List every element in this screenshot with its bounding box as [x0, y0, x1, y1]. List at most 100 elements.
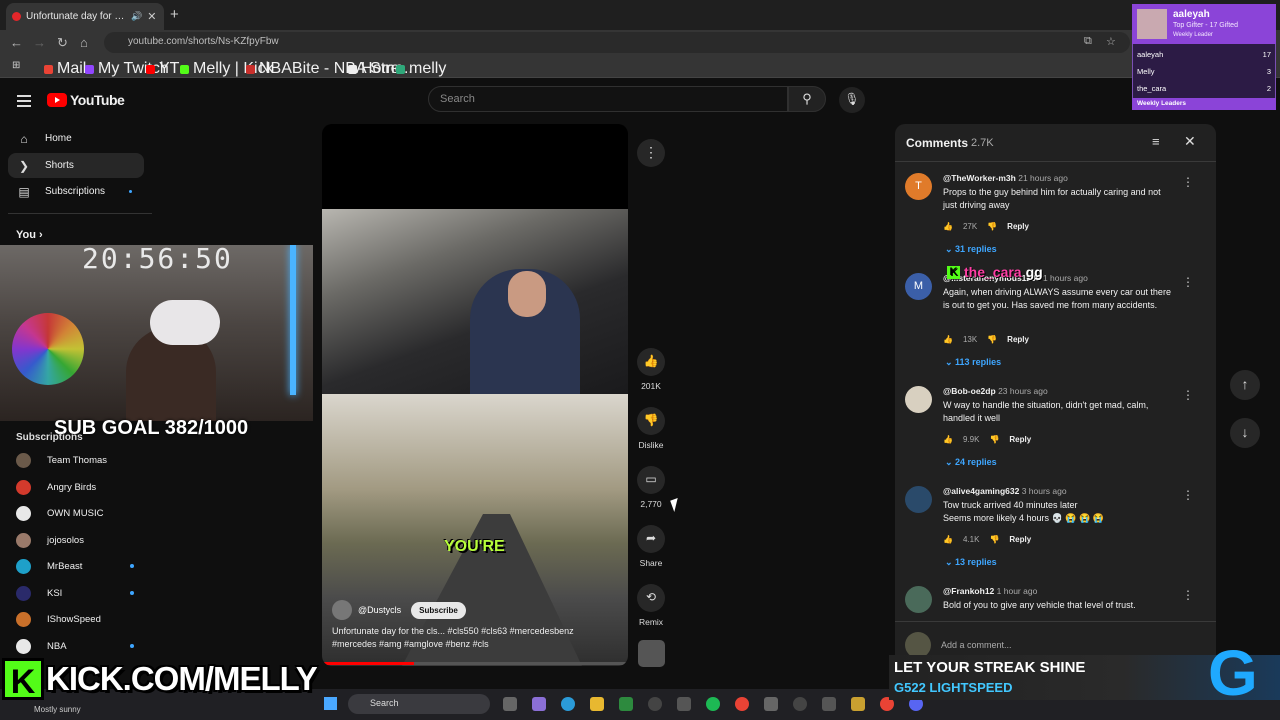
remix-icon: ⟲ — [637, 584, 665, 612]
channel-name[interactable]: @Dustycls — [358, 605, 401, 615]
previous-short-button[interactable]: ↑ — [1230, 370, 1260, 400]
view-replies[interactable]: ⌄ 31 replies — [945, 244, 997, 255]
app-icon[interactable] — [851, 697, 865, 711]
subscribe-button[interactable]: Subscribe — [411, 601, 466, 619]
spotify-icon[interactable] — [706, 697, 720, 711]
subscription-item[interactable]: Angry Birds — [16, 480, 136, 495]
copilot-icon[interactable] — [532, 697, 546, 711]
like-button[interactable]: 👍 201K — [636, 348, 666, 391]
sidebar-item-home[interactable]: ⌂ Home — [8, 126, 144, 151]
video-title[interactable]: Unfortunate day for the cls... #cls550 #… — [332, 625, 617, 651]
view-replies[interactable]: ⌄ 113 replies — [945, 357, 1001, 368]
bookmark-star-icon[interactable]: ☆ — [1106, 35, 1116, 48]
reply-button[interactable]: Reply — [1007, 222, 1029, 231]
user-avatar[interactable]: M — [905, 273, 932, 300]
subscription-item[interactable]: NBA — [16, 639, 136, 654]
user-avatar[interactable] — [905, 586, 932, 613]
more-options-icon[interactable]: ⋮ — [1182, 275, 1194, 289]
install-app-icon[interactable]: ⧉ — [1084, 35, 1092, 48]
back-icon[interactable]: ← — [10, 35, 23, 50]
reply-button[interactable]: Reply — [1007, 335, 1029, 344]
new-tab-button[interactable]: + — [170, 6, 179, 23]
app-icon[interactable] — [764, 697, 778, 711]
home-button-icon[interactable]: ⌂ — [80, 35, 88, 50]
thumbs-up-icon[interactable]: 👍 — [943, 435, 953, 444]
subscription-item[interactable]: IShowSpeed — [16, 612, 136, 627]
subscription-item[interactable]: OWN MUSIC — [16, 506, 136, 521]
obs-icon[interactable] — [793, 697, 807, 711]
view-replies[interactable]: ⌄ 24 replies — [945, 457, 997, 468]
thumbs-down-icon[interactable]: 👎 — [989, 535, 999, 544]
driver-face — [508, 271, 546, 317]
share-button[interactable]: ➦ Share — [636, 525, 666, 568]
chrome-icon[interactable] — [735, 697, 749, 711]
bookmark-melly[interactable]: melly — [396, 60, 446, 78]
subscription-item[interactable]: Team Thomas — [16, 453, 136, 468]
subscription-item[interactable]: MrBeast — [16, 559, 136, 574]
more-options-icon[interactable]: ⋮ — [1182, 588, 1194, 602]
thumbs-up-icon[interactable]: 👍 — [943, 335, 953, 344]
apps-grid-icon[interactable]: ⊞ — [12, 60, 20, 71]
thumbs-up-icon[interactable]: 👍 — [943, 222, 953, 231]
comment-author[interactable]: @alive4gaming632 — [943, 486, 1019, 496]
app-icon[interactable] — [822, 697, 836, 711]
menu-icon[interactable] — [17, 92, 31, 110]
browser-tab[interactable]: Unfortunate day for the cls... 🔊 ✕ — [6, 3, 164, 30]
forward-icon[interactable]: → — [33, 35, 46, 50]
channel-avatar[interactable] — [332, 600, 352, 620]
task-view-icon[interactable] — [503, 697, 517, 711]
close-icon[interactable]: ✕ — [1184, 133, 1196, 150]
user-avatar[interactable]: T — [905, 173, 932, 200]
file-explorer-icon[interactable] — [590, 697, 604, 711]
reload-icon[interactable]: ↻ — [57, 35, 68, 51]
thumbs-up-icon[interactable]: 👍 — [943, 535, 953, 544]
github-icon[interactable] — [648, 697, 662, 711]
stream-clock: 20:56:50 — [82, 242, 233, 275]
sidebar-item-subscriptions[interactable]: ▤ Subscriptions — [8, 179, 144, 204]
subscription-item[interactable]: jojosolos — [16, 533, 136, 548]
youtube-icon — [146, 64, 155, 74]
xbox-icon[interactable] — [619, 697, 633, 711]
comment-author[interactable]: @TheWorker-m3h — [943, 173, 1016, 183]
subscription-item[interactable]: KSI — [16, 586, 136, 601]
user-avatar[interactable] — [905, 486, 932, 513]
search-button[interactable]: ⚲ — [788, 86, 826, 112]
thumbs-down-icon[interactable]: 👎 — [989, 435, 999, 444]
more-options-icon[interactable]: ⋮ — [1182, 388, 1194, 402]
thumbs-down-icon[interactable]: 👎 — [987, 222, 997, 231]
view-replies[interactable]: ⌄ 13 replies — [945, 557, 997, 568]
gmail-icon — [44, 64, 53, 74]
bookmark-mail[interactable]: Mail — [44, 60, 86, 78]
progress-bar[interactable] — [322, 662, 628, 665]
comments-button[interactable]: ▭ 2,770 — [636, 466, 666, 509]
shorts-video-player[interactable]: YOU'RE @Dustycls Subscribe Unfortunate d… — [322, 124, 628, 666]
more-options-icon[interactable]: ⋮ — [637, 139, 665, 167]
user-avatar[interactable] — [905, 386, 932, 413]
next-short-button[interactable]: ↓ — [1230, 418, 1260, 448]
edge-icon[interactable] — [561, 697, 575, 711]
sort-icon[interactable]: ≡ — [1152, 134, 1160, 149]
comment-author[interactable]: @Frankoh12 — [943, 586, 994, 596]
sidebar-item-shorts[interactable]: ❯ Shorts — [8, 153, 144, 178]
reply-button[interactable]: Reply — [1009, 535, 1031, 544]
voice-search-button[interactable]: 🎙 — [839, 87, 865, 113]
bookmark-yt[interactable]: YT — [146, 60, 179, 78]
more-options-icon[interactable]: ⋮ — [1182, 488, 1194, 502]
url-field[interactable]: youtube.com/shorts/Ns-KZfpyFbw — [104, 32, 1130, 53]
store-icon[interactable] — [677, 697, 691, 711]
gifter-name: aaleyah — [1173, 9, 1210, 20]
taskbar-search[interactable]: Search — [348, 694, 490, 714]
search-input[interactable]: Search — [428, 86, 788, 112]
thumbs-down-icon[interactable]: 👎 — [987, 335, 997, 344]
sidebar-you[interactable]: You › — [16, 229, 43, 241]
weather-widget[interactable]: Mostly sunny — [34, 705, 81, 714]
more-options-icon[interactable]: ⋮ — [1182, 175, 1194, 189]
dislike-button[interactable]: 👎 Dislike — [636, 407, 666, 450]
comment-author[interactable]: @Bob-oe2dp — [943, 386, 996, 396]
gifter-avatar — [1137, 9, 1167, 39]
remix-button[interactable]: ⟲ Remix — [636, 584, 666, 627]
tab-close-icon[interactable]: ✕ — [147, 10, 156, 23]
reply-button[interactable]: Reply — [1009, 435, 1031, 444]
youtube-logo[interactable]: YouTube — [47, 92, 125, 108]
audio-thumbnail[interactable] — [638, 640, 665, 667]
